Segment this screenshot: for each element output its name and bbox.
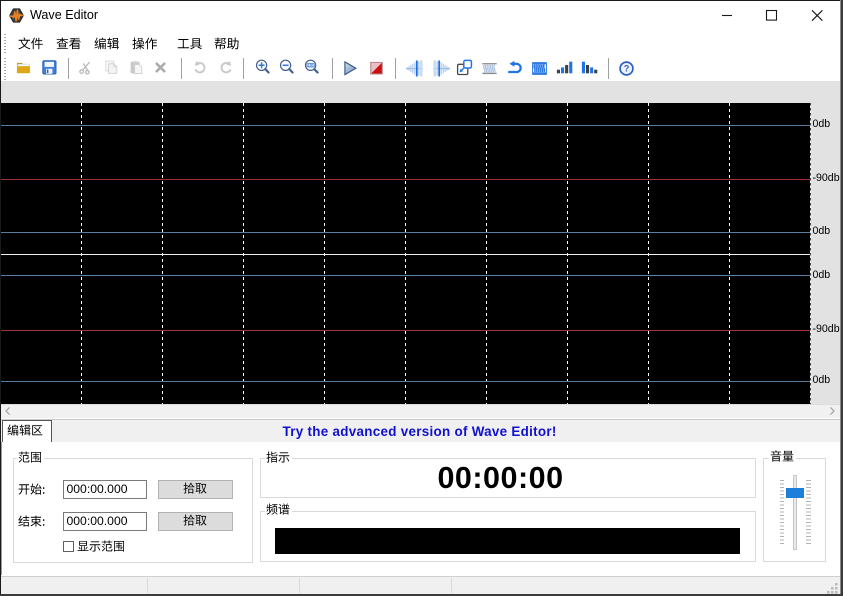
svg-text:?: ? (624, 63, 630, 73)
svg-text:100: 100 (308, 64, 314, 68)
